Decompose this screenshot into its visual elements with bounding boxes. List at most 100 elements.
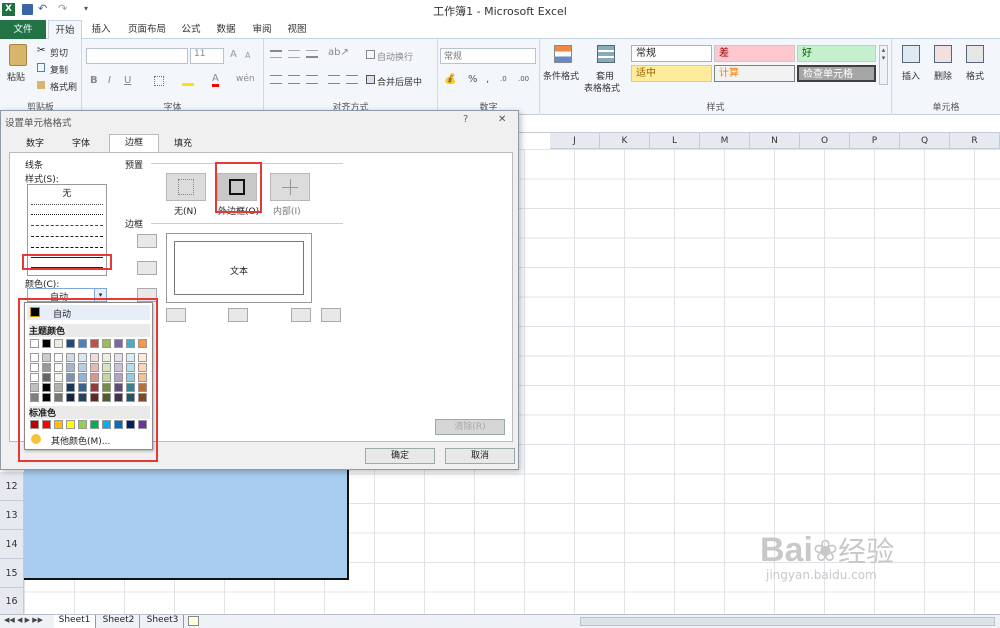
italic-icon[interactable]: I xyxy=(108,75,111,86)
clear-button[interactable]: 清除(R) xyxy=(435,419,505,435)
paste-button[interactable]: 粘贴 xyxy=(7,70,25,83)
style-neutral[interactable]: 适中 xyxy=(631,65,712,82)
close-icon[interactable]: ✕ xyxy=(498,114,506,125)
border-top-button[interactable] xyxy=(137,234,157,248)
row-header-14[interactable]: 14 xyxy=(0,530,24,559)
line-style-dashdot[interactable] xyxy=(31,236,103,237)
sheet-tab-sheet3[interactable]: Sheet3 xyxy=(142,615,184,628)
border-left-button[interactable] xyxy=(166,308,186,322)
column-header-m[interactable]: M xyxy=(700,133,750,149)
column-header-k[interactable]: K xyxy=(600,133,650,149)
insert-cells-icon[interactable] xyxy=(902,45,920,63)
sheet-tab-sheet1[interactable]: Sheet1 xyxy=(54,615,96,628)
help-button[interactable]: ? xyxy=(463,114,468,125)
column-header-n[interactable]: N xyxy=(750,133,800,149)
column-header-l[interactable]: L xyxy=(650,133,700,149)
format-painter-button[interactable]: 格式刷 xyxy=(50,80,77,93)
sheet-nav-icons[interactable]: ◀◀ ◀ ▶ ▶▶ xyxy=(4,616,43,624)
preset-none-button[interactable] xyxy=(166,173,206,201)
column-header-j[interactable]: J xyxy=(550,133,600,149)
border-preview[interactable]: 文本 xyxy=(166,233,312,303)
indent-decrease-icon[interactable] xyxy=(328,75,340,84)
cut-button[interactable]: 剪切 xyxy=(50,46,68,59)
copy-icon[interactable] xyxy=(37,63,45,72)
row-header-15[interactable]: 15 xyxy=(0,559,24,588)
format-cells-button[interactable]: 格式 xyxy=(966,69,984,82)
delete-cells-icon[interactable] xyxy=(934,45,952,63)
font-size-box[interactable]: 11 xyxy=(190,48,224,64)
row-header-12[interactable]: 12 xyxy=(0,472,24,501)
merge-center-icon[interactable] xyxy=(366,75,375,84)
font-color-icon[interactable]: A xyxy=(212,73,219,87)
underline-icon[interactable]: U xyxy=(124,75,131,86)
line-style-dotted[interactable] xyxy=(31,214,103,215)
copy-button[interactable]: 复制 xyxy=(50,63,68,76)
style-check-cell[interactable]: 检查单元格 xyxy=(797,65,876,82)
align-top-icon[interactable] xyxy=(270,50,282,58)
font-name-box[interactable] xyxy=(86,48,188,64)
line-style-hair[interactable] xyxy=(31,204,103,205)
border-middle-button[interactable] xyxy=(137,261,157,275)
font-grow-icon[interactable]: A xyxy=(230,49,237,60)
style-normal[interactable]: 常规 xyxy=(631,45,712,62)
percent-icon[interactable]: % xyxy=(468,74,478,85)
border-right-button[interactable] xyxy=(291,308,311,322)
format-cells-icon[interactable] xyxy=(966,45,984,63)
paste-icon[interactable] xyxy=(9,44,27,66)
column-header-r[interactable]: R xyxy=(950,133,1000,149)
border-diagonal-button[interactable] xyxy=(321,308,341,322)
horizontal-scrollbar[interactable] xyxy=(580,617,995,626)
align-right-icon[interactable] xyxy=(306,75,318,84)
selected-range[interactable] xyxy=(24,464,349,580)
tab-data[interactable]: 数据 xyxy=(212,20,240,39)
accounting-icon[interactable]: 💰 xyxy=(444,74,456,85)
tab-page-layout[interactable]: 页面布局 xyxy=(120,20,174,39)
tab-formulas[interactable]: 公式 xyxy=(177,20,205,39)
comma-icon[interactable]: , xyxy=(486,74,489,85)
line-style-dashed[interactable] xyxy=(31,247,103,248)
insert-cells-button[interactable]: 插入 xyxy=(902,69,920,82)
line-style-none[interactable]: 无 xyxy=(28,186,106,199)
align-center-icon[interactable] xyxy=(288,75,300,84)
new-sheet-icon[interactable] xyxy=(188,616,199,626)
table-format-icon[interactable] xyxy=(597,45,615,63)
column-header-p[interactable]: P xyxy=(850,133,900,149)
decimal-increase-icon[interactable]: .0 xyxy=(500,75,507,83)
bold-icon[interactable]: B xyxy=(90,75,98,86)
tab-fill[interactable]: 填充 xyxy=(163,136,203,152)
preset-inside-button[interactable] xyxy=(270,173,310,201)
tab-insert[interactable]: 插入 xyxy=(86,20,116,39)
orientation-icon[interactable]: ab↗ xyxy=(328,47,349,58)
style-bad[interactable]: 差 xyxy=(714,45,795,62)
style-calculation[interactable]: 计算 xyxy=(714,65,795,82)
merge-center-button[interactable]: 合并后居中 xyxy=(377,75,422,88)
tab-file[interactable]: 文件 xyxy=(0,20,46,39)
cut-icon[interactable]: ✂ xyxy=(37,45,45,56)
borders-icon[interactable] xyxy=(154,76,164,86)
format-painter-icon[interactable] xyxy=(37,81,45,89)
conditional-format-icon[interactable] xyxy=(554,45,572,63)
sheet-tab-sheet2[interactable]: Sheet2 xyxy=(98,615,140,628)
tab-font[interactable]: 字体 xyxy=(61,136,101,152)
tab-border[interactable]: 边框 xyxy=(109,134,159,153)
fill-color-icon[interactable] xyxy=(182,76,194,86)
row-header-16[interactable]: 16 xyxy=(0,588,24,615)
number-format-box[interactable]: 常规 xyxy=(440,48,536,64)
decimal-decrease-icon[interactable]: .00 xyxy=(518,75,529,83)
styles-scroll-icon[interactable]: ▴ ▾ xyxy=(879,45,888,85)
column-header-q[interactable]: Q xyxy=(900,133,950,149)
align-middle-icon[interactable] xyxy=(288,50,300,58)
border-center-button[interactable] xyxy=(228,308,248,322)
tab-number[interactable]: 数字 xyxy=(15,136,55,152)
indent-increase-icon[interactable] xyxy=(346,75,358,84)
wrap-text-icon[interactable] xyxy=(366,50,375,59)
wrap-text-button[interactable]: 自动换行 xyxy=(377,50,413,63)
tab-view[interactable]: 视图 xyxy=(283,20,311,39)
line-style-dashdotdot[interactable] xyxy=(31,225,103,226)
conditional-format-button[interactable]: 条件格式 xyxy=(543,69,579,82)
ok-button[interactable]: 确定 xyxy=(365,448,435,464)
row-header-13[interactable]: 13 xyxy=(0,501,24,530)
tab-home[interactable]: 开始 xyxy=(48,20,82,39)
cancel-button[interactable]: 取消 xyxy=(445,448,515,464)
style-good[interactable]: 好 xyxy=(797,45,876,62)
